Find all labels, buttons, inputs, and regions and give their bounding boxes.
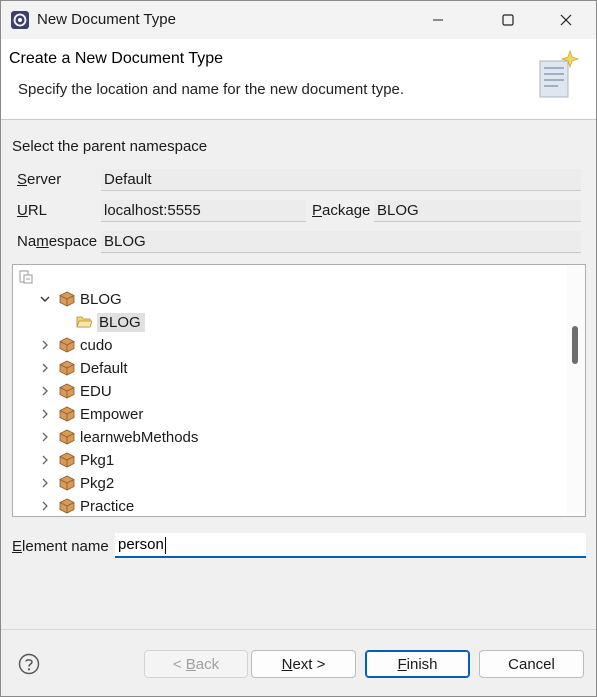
namespace-label-pre: Na	[17, 233, 37, 250]
element-name-label: Element name	[12, 538, 109, 555]
element-name-input[interactable]	[115, 533, 586, 558]
url-label-rest: RL	[27, 202, 48, 219]
parent-namespace-label: Select the parent namespace	[12, 138, 208, 155]
namespace-label-rest: espace	[48, 233, 98, 250]
tree-scrollbar[interactable]	[567, 266, 585, 516]
tree-item-label: Pkg2	[80, 474, 115, 492]
package-label-key: P	[312, 202, 323, 219]
namespace-label: Namespace	[17, 233, 97, 250]
package-icon	[59, 337, 75, 353]
tree-item-label: Pkg1	[80, 451, 115, 469]
package-icon	[59, 475, 75, 491]
wizard-banner: Create a New Document Type Specify the l…	[1, 39, 596, 120]
app-icon	[11, 11, 29, 29]
back-button-prefix: <	[172, 655, 186, 673]
dialog-window: New Document Type Create a New Document …	[0, 0, 597, 697]
tree-item-pkg1[interactable]: Pkg1	[39, 449, 114, 471]
folder-open-icon	[76, 316, 92, 328]
close-button[interactable]	[543, 1, 589, 39]
package-icon	[59, 498, 75, 514]
help-icon[interactable]	[18, 653, 40, 675]
tree-item-edu[interactable]: EDU	[39, 380, 112, 402]
chevron-right-icon[interactable]	[39, 362, 51, 374]
package-label-rest: ackage	[322, 202, 371, 219]
next-button-rest: ext >	[292, 655, 326, 673]
tree-item-blog-folder[interactable]: BLOG	[76, 311, 145, 333]
tree-item-empower[interactable]: Empower	[39, 403, 143, 425]
back-button[interactable]: < Back	[144, 650, 248, 678]
tree-item-blog-root[interactable]: BLOG	[39, 288, 122, 310]
chevron-right-icon[interactable]	[39, 477, 51, 489]
url-field: localhost:5555	[101, 200, 306, 222]
namespace-tree[interactable]: BLOG BLOG cudo Default EDU Empower learn…	[12, 264, 586, 517]
minimize-icon	[433, 19, 443, 21]
maximize-button[interactable]	[485, 1, 531, 39]
tree-item-label: Empower	[80, 405, 144, 423]
tree-item-label: Practice	[80, 497, 135, 515]
package-icon	[59, 429, 75, 445]
package-icon	[59, 291, 75, 307]
tree-item-label: learnwebMethods	[80, 428, 199, 446]
title-bar: New Document Type	[1, 1, 596, 39]
new-document-icon	[539, 49, 580, 98]
server-label-key: S	[17, 171, 28, 188]
element-name-label-key: E	[12, 538, 23, 555]
url-label: URL	[17, 202, 47, 219]
tree-item-label: BLOG	[80, 290, 122, 308]
namespace-label-key: m	[36, 233, 49, 250]
next-button-key: N	[281, 655, 293, 673]
tree-item-learnwebmethods[interactable]: learnwebMethods	[39, 426, 198, 448]
tree-item-label-selected: BLOG	[97, 312, 145, 332]
back-button-key: B	[185, 655, 196, 673]
chevron-right-icon[interactable]	[39, 454, 51, 466]
chevron-right-icon[interactable]	[39, 385, 51, 397]
tree-item-label: Default	[80, 359, 128, 377]
next-button[interactable]: Next >	[251, 650, 356, 678]
window-title: New Document Type	[37, 11, 176, 28]
tree-item-default[interactable]: Default	[39, 357, 128, 379]
package-field: BLOG	[374, 200, 581, 222]
tree-item-pkg2[interactable]: Pkg2	[39, 472, 114, 494]
back-button-rest: ack	[195, 655, 220, 673]
package-icon	[59, 383, 75, 399]
minimize-button[interactable]	[415, 1, 461, 39]
chevron-right-icon[interactable]	[39, 431, 51, 443]
package-label: Package	[312, 202, 370, 219]
server-field: Default	[101, 169, 581, 191]
url-label-key: U	[17, 202, 28, 219]
collapse-all-icon[interactable]	[18, 269, 34, 285]
server-label-rest: erver	[27, 171, 62, 188]
text-caret	[165, 537, 166, 554]
maximize-icon	[502, 14, 514, 26]
footer-divider	[1, 629, 596, 630]
tree-item-cudo[interactable]: cudo	[39, 334, 113, 356]
package-icon	[59, 406, 75, 422]
cancel-button[interactable]: Cancel	[479, 650, 584, 678]
tree-item-label: cudo	[80, 336, 113, 354]
banner-title: Create a New Document Type	[9, 50, 224, 67]
tree-item-practice[interactable]: Practice	[39, 495, 135, 516]
chevron-right-icon[interactable]	[39, 408, 51, 420]
tree-item-label: EDU	[80, 382, 112, 400]
chevron-right-icon[interactable]	[39, 339, 51, 351]
chevron-right-icon[interactable]	[39, 500, 51, 512]
server-label: Server	[17, 171, 61, 188]
banner-subtitle: Specify the location and name for the ne…	[18, 81, 405, 98]
package-icon	[59, 360, 75, 376]
namespace-field: BLOG	[101, 231, 581, 253]
finish-button-key: F	[397, 655, 407, 673]
close-icon	[560, 14, 572, 26]
element-name-label-rest: lement name	[22, 538, 109, 555]
chevron-down-icon[interactable]	[39, 293, 51, 305]
finish-button-rest: inish	[406, 655, 438, 673]
scrollbar-thumb[interactable]	[572, 326, 578, 364]
finish-button[interactable]: Finish	[365, 650, 470, 678]
package-icon	[59, 452, 75, 468]
